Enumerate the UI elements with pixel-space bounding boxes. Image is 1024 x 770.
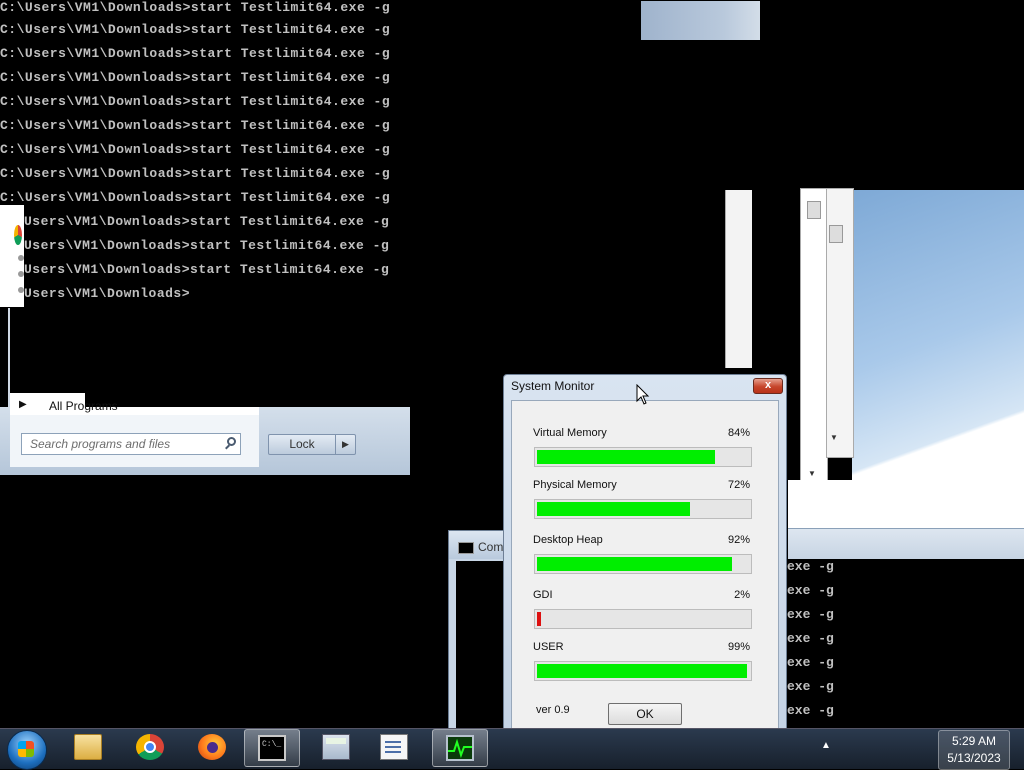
gdi-percent: 2%: [734, 589, 750, 601]
lock-button[interactable]: Lock: [268, 434, 336, 455]
pinned-app-icon[interactable]: [18, 271, 24, 277]
user-percent: 99%: [727, 641, 750, 653]
taskbar-clock[interactable]: 5:29 AM 5/13/2023: [938, 730, 1010, 770]
taskbar-system-monitor[interactable]: [432, 729, 488, 767]
console-line: exe -g: [787, 559, 834, 574]
close-button[interactable]: x: [753, 378, 783, 394]
console-line: C:\Users\VM1\Downloads>start Testlimit64…: [0, 118, 391, 133]
scrollbar-thumb[interactable]: [829, 225, 843, 243]
firefox-icon: [198, 734, 226, 760]
cmd-icon: [258, 735, 286, 761]
virtual-memory-percent: 84%: [727, 427, 750, 439]
desktop-wallpaper-fragment: [852, 190, 1024, 530]
background-window-scroll-pane: ▼: [826, 188, 854, 458]
console-line: C:\Users\VM1\Downloads>start Testlimit64…: [0, 190, 391, 205]
chrome-icon: [136, 734, 164, 760]
console-line: exe -g: [787, 703, 834, 718]
mouse-cursor-icon: [636, 384, 650, 405]
background-window-titlebar[interactable]: [788, 528, 1024, 559]
physical-memory-percent: 72%: [727, 479, 750, 491]
start-search-box[interactable]: [21, 433, 241, 455]
console-line: C:\Users\VM1\Downloads>start Testlimit64…: [0, 46, 391, 61]
all-programs-label[interactable]: All Programs: [49, 399, 118, 413]
all-programs-arrow-icon: ▶: [19, 399, 27, 410]
physical-memory-label: Physical Memory: [533, 479, 617, 491]
console-prompt: Users\VM1\Downloads>: [24, 286, 191, 301]
clock-time: 5:29 AM: [951, 734, 997, 748]
virtual-memory-bar-fill: [537, 450, 715, 464]
virtual-memory-bar: [534, 447, 752, 467]
console-line: exe -g: [787, 679, 834, 694]
console-line: C:\Users\VM1\Downloads>start Testlimit64…: [0, 94, 391, 109]
show-hidden-icons-button[interactable]: ▲: [821, 740, 831, 751]
console-body: [456, 561, 509, 729]
user-bar: [534, 661, 752, 681]
gdi-label: GDI: [533, 589, 553, 601]
cmd-icon: [458, 542, 474, 554]
user-bar-fill: [537, 664, 747, 678]
taskbar-calculator[interactable]: [309, 729, 365, 767]
background-window-scroll-pane: ▼: [800, 188, 828, 485]
console-line: C:\Users\VM1\Downloads>start Testlimit64…: [0, 0, 391, 15]
console-line: C:\Users\VM1\Downloads>start Testlimit64…: [0, 142, 391, 157]
console-titlebar[interactable]: Com: [449, 531, 509, 559]
console-line: C:\Users\VM1\Downloads>start Testlimit64…: [0, 70, 391, 85]
desktop-heap-label: Desktop Heap: [533, 534, 603, 546]
console-line: C:\Users\VM1\Downloads>start Testlimit64…: [0, 22, 391, 37]
search-icon[interactable]: [227, 437, 236, 446]
console-window[interactable]: C:\Users\VM1\Downloads>start Testlimit64…: [0, 0, 640, 320]
desktop-heap-bar: [534, 554, 752, 574]
virtual-memory-label: Virtual Memory: [533, 427, 607, 439]
scroll-down-arrow-icon[interactable]: ▼: [808, 469, 816, 478]
console-window-2[interactable]: Com: [448, 530, 510, 730]
scrollbar-thumb[interactable]: [807, 201, 821, 219]
user-label: USER: [533, 641, 564, 653]
taskbar-notepad[interactable]: [367, 729, 423, 767]
console-line: Users\VM1\Downloads>start Testlimit64.ex…: [24, 214, 390, 229]
ok-button[interactable]: OK: [608, 703, 682, 725]
taskbar-chrome[interactable]: [123, 729, 179, 767]
scroll-down-arrow-icon[interactable]: ▼: [830, 433, 838, 442]
console-title: Com: [478, 540, 504, 554]
background-window-panel: [725, 190, 752, 368]
taskbar-firefox[interactable]: [185, 729, 241, 767]
notepad-icon: [380, 734, 408, 760]
system-monitor-dialog[interactable]: System Monitor x Virtual Memory 84% Phys…: [503, 374, 787, 740]
taskbar-cmd[interactable]: [244, 729, 300, 767]
console-line: exe -g: [787, 631, 834, 646]
background-window-fragment: [788, 480, 852, 528]
chrome-icon[interactable]: [14, 225, 22, 245]
explorer-icon: [74, 734, 102, 760]
calculator-icon: [322, 734, 350, 760]
physical-memory-bar-fill: [537, 502, 690, 516]
console-line: Users\VM1\Downloads>start Testlimit64.ex…: [24, 262, 390, 277]
windows-logo-icon: [18, 741, 34, 757]
console-line: exe -g: [787, 607, 834, 622]
start-menu-pinned-fragment: [0, 205, 24, 307]
console-line: exe -g: [787, 655, 834, 670]
clock-date: 5/13/2023: [947, 751, 1001, 765]
pulse-line-icon: [448, 738, 472, 759]
system-monitor-icon: [446, 735, 474, 761]
pinned-app-icon[interactable]: [18, 255, 24, 261]
taskbar-explorer[interactable]: [61, 729, 117, 767]
desktop-heap-percent: 92%: [727, 534, 750, 546]
power-options-arrow-icon[interactable]: ▶: [336, 434, 356, 455]
version-label: ver 0.9: [536, 704, 570, 716]
pinned-app-icon[interactable]: [18, 287, 24, 293]
start-search-input[interactable]: [22, 434, 220, 454]
dialog-body: Virtual Memory 84% Physical Memory 72% D…: [511, 400, 779, 733]
desktop-heap-bar-fill: [537, 557, 732, 571]
console-line: C:\Users\VM1\Downloads>start Testlimit64…: [0, 166, 391, 181]
dialog-title: System Monitor: [511, 379, 595, 393]
gdi-bar: [534, 609, 752, 629]
gdi-bar-fill: [537, 612, 541, 626]
ghost-window-fragment: [641, 1, 760, 40]
console-line: exe -g: [787, 583, 834, 598]
physical-memory-bar: [534, 499, 752, 519]
start-button[interactable]: [7, 730, 47, 770]
console-line: Users\VM1\Downloads>start Testlimit64.ex…: [24, 238, 390, 253]
